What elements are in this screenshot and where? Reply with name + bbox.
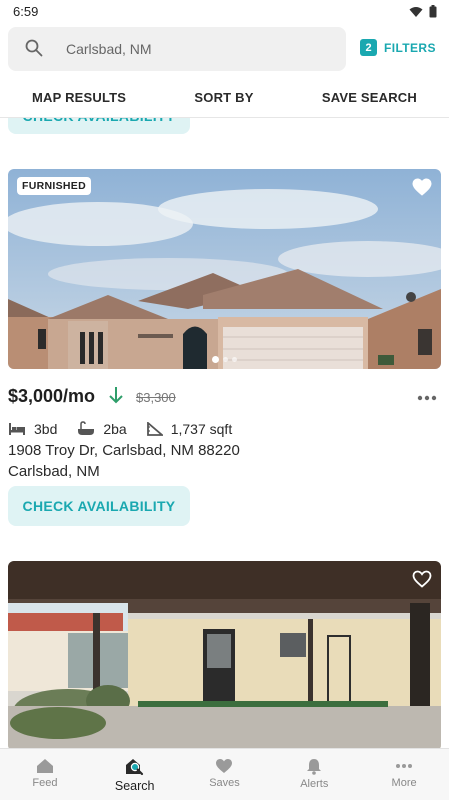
nav-alerts[interactable]: Alerts bbox=[269, 749, 359, 800]
sqft-fact: 1,737 sqft bbox=[146, 421, 233, 437]
furnished-badge: FURNISHED bbox=[17, 177, 91, 195]
heart-icon[interactable] bbox=[412, 178, 432, 196]
baths-label: 2ba bbox=[103, 421, 127, 437]
filters-label: FILTERS bbox=[384, 40, 436, 55]
photo-dot bbox=[232, 357, 237, 362]
filters-button[interactable]: 2 FILTERS bbox=[360, 39, 436, 56]
listing-address: 1908 Troy Dr, Carlsbad, NM 88220 bbox=[8, 442, 240, 459]
bathtub-icon bbox=[78, 421, 95, 435]
sort-by-button[interactable]: SORT BY bbox=[194, 90, 253, 105]
save-search-button[interactable]: SAVE SEARCH bbox=[322, 90, 417, 105]
house-photo bbox=[8, 169, 441, 369]
nav-more[interactable]: More bbox=[359, 749, 449, 800]
nav-search-label: Search bbox=[114, 779, 155, 793]
nav-saves-label: Saves bbox=[209, 777, 240, 789]
heart-outline-icon[interactable] bbox=[412, 570, 432, 588]
filters-count-badge: 2 bbox=[360, 39, 377, 56]
search-input[interactable] bbox=[66, 38, 336, 60]
more-icon bbox=[396, 764, 413, 768]
beds-fact: 3bd bbox=[8, 421, 57, 437]
photo-dot-active bbox=[212, 356, 219, 363]
results-action-bar: MAP RESULTS SORT BY SAVE SEARCH bbox=[0, 78, 449, 118]
listing-results[interactable]: CHECK AVAILABILITY bbox=[0, 118, 449, 748]
patio-photo bbox=[8, 561, 441, 748]
wifi-icon bbox=[409, 6, 423, 17]
bed-icon bbox=[9, 423, 25, 435]
nav-more-label: More bbox=[391, 777, 417, 789]
status-time: 6:59 bbox=[13, 4, 39, 19]
nav-search[interactable]: Search bbox=[90, 749, 180, 800]
search-home-icon bbox=[125, 759, 143, 776]
status-icons bbox=[409, 5, 437, 18]
listing-photo[interactable]: FURNISHED bbox=[8, 169, 441, 369]
photo-pagination-dots bbox=[212, 356, 237, 363]
listing-old-price: $3,300 bbox=[136, 390, 176, 405]
sqft-label: 1,737 sqft bbox=[170, 421, 233, 437]
heart-icon bbox=[216, 759, 233, 773]
nav-feed[interactable]: Feed bbox=[0, 749, 90, 800]
previous-check-availability-button[interactable]: CHECK AVAILABILITY bbox=[8, 118, 190, 134]
price-drop-arrow-icon bbox=[109, 387, 123, 404]
listing-facts: 3bd 2ba 1,737 sqft bbox=[8, 421, 252, 437]
map-results-button[interactable]: MAP RESULTS bbox=[32, 90, 126, 105]
nav-alerts-label: Alerts bbox=[300, 778, 329, 790]
next-listing-photo[interactable] bbox=[8, 561, 441, 748]
search-bar[interactable] bbox=[8, 27, 346, 71]
bell-icon bbox=[307, 759, 322, 775]
search-icon bbox=[25, 39, 43, 57]
beds-label: 3bd bbox=[34, 421, 58, 437]
baths-fact: 2ba bbox=[77, 421, 127, 437]
status-bar: 6:59 bbox=[0, 0, 449, 24]
battery-icon bbox=[429, 5, 437, 18]
nav-saves[interactable]: Saves bbox=[180, 749, 270, 800]
listing-price: $3,000/mo bbox=[8, 386, 96, 406]
home-icon bbox=[36, 759, 53, 773]
listing-city: Carlsbad, NM bbox=[8, 463, 100, 480]
nav-feed-label: Feed bbox=[32, 777, 58, 789]
ruler-triangle-icon bbox=[146, 422, 163, 436]
more-options-icon[interactable] bbox=[417, 395, 437, 401]
bottom-navigation: Feed Search Saves Alerts More bbox=[0, 748, 449, 800]
photo-dot bbox=[223, 357, 228, 362]
check-availability-button[interactable]: CHECK AVAILABILITY bbox=[8, 486, 190, 526]
